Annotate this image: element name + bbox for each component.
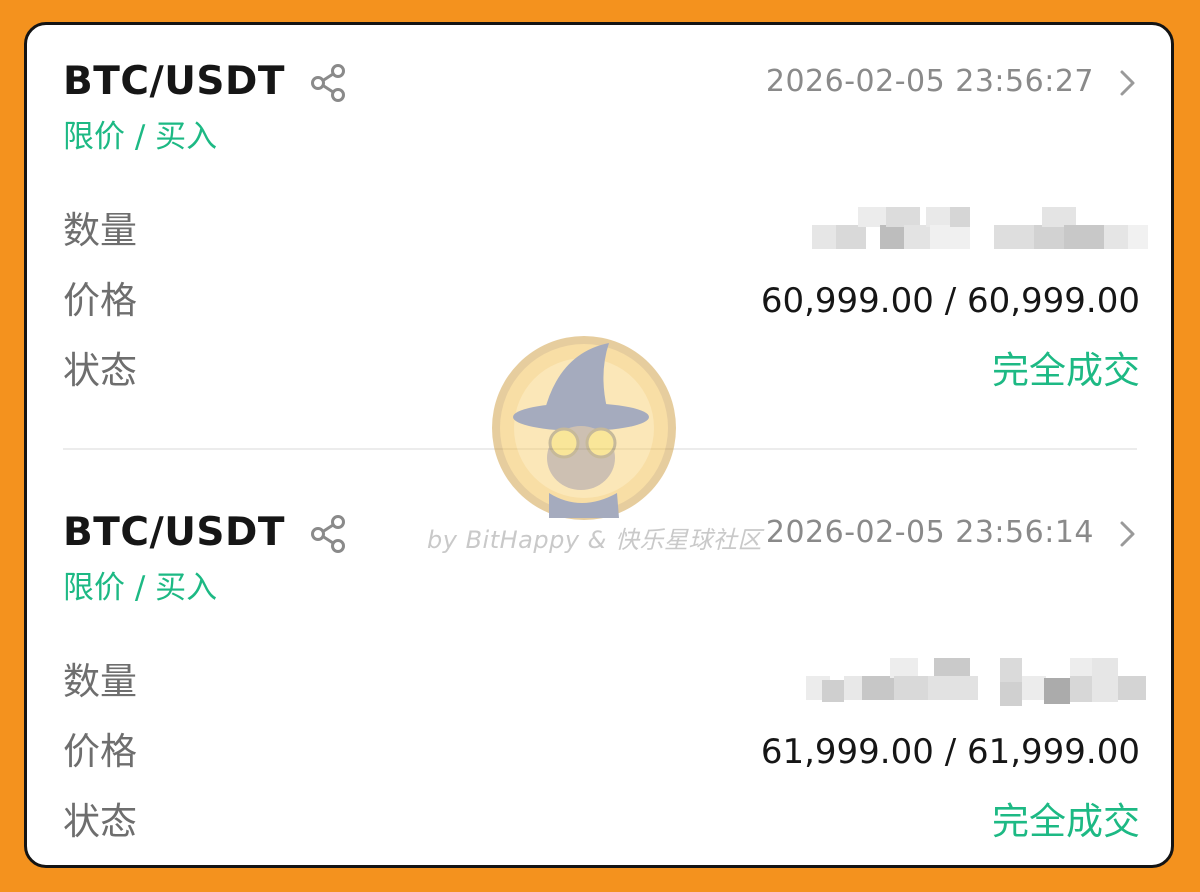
- quantity-value-redacted: [806, 207, 1148, 259]
- price-value: 60,999.00 / 60,999.00: [760, 281, 1140, 321]
- status-value: 完全成交: [992, 800, 1140, 843]
- quantity-row: 数量: [63, 648, 1146, 718]
- order-type: 限价 / 买入: [63, 570, 218, 606]
- price-row: 价格 60,999.00 / 60,999.00: [63, 267, 1140, 337]
- quantity-value-redacted: [806, 658, 1146, 710]
- pair-label: BTC/USDT: [63, 510, 285, 555]
- share-icon[interactable]: [309, 63, 349, 103]
- status-label: 状态: [63, 800, 137, 843]
- order-header: BTC/USDT 2026-02-05 23:56:27: [63, 55, 1140, 109]
- order-time: 2026-02-05 23:56:14: [765, 515, 1094, 550]
- watermark-logo: [492, 336, 676, 520]
- quantity-label: 数量: [63, 660, 137, 703]
- chevron-right-icon[interactable]: [1116, 69, 1140, 97]
- share-icon[interactable]: [309, 514, 349, 554]
- order-list-card: BTC/USDT 2026-02-05 23:56:27 限价 / 买入 数量: [24, 22, 1174, 868]
- watermark-text: by BitHappy & 快乐星球社区: [427, 526, 763, 554]
- price-label: 价格: [63, 279, 137, 322]
- order-item[interactable]: BTC/USDT 2026-02-05 23:56:27 限价 / 买入 数量: [63, 55, 1148, 392]
- price-row: 价格 61,999.00 / 61,999.00: [63, 718, 1140, 788]
- price-value: 61,999.00 / 61,999.00: [760, 732, 1140, 772]
- quantity-label: 数量: [63, 209, 137, 252]
- status-value: 完全成交: [992, 349, 1140, 392]
- status-label: 状态: [63, 349, 137, 392]
- order-details: 数量: [63, 648, 1146, 858]
- chevron-right-icon[interactable]: [1116, 520, 1140, 548]
- status-row: 状态 完全成交: [63, 788, 1140, 858]
- order-type: 限价 / 买入: [63, 119, 218, 155]
- pair-label: BTC/USDT: [63, 59, 285, 104]
- price-label: 价格: [63, 730, 137, 773]
- order-time: 2026-02-05 23:56:27: [765, 64, 1094, 99]
- quantity-row: 数量: [63, 197, 1148, 267]
